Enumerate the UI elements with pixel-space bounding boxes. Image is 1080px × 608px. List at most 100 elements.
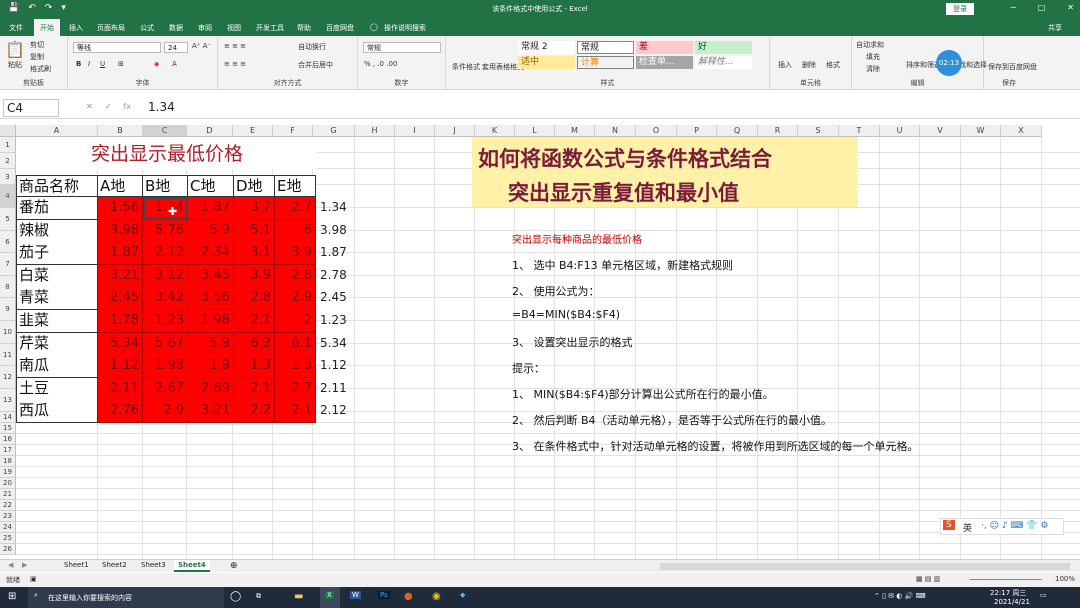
ime-lang[interactable]: 英: [963, 521, 972, 534]
price-cell[interactable]: 3.45: [188, 264, 234, 288]
price-cell[interactable]: 2.1: [234, 377, 275, 401]
photoshop-icon[interactable]: Ps: [378, 591, 390, 599]
view-normal-icon[interactable]: ▦ ▤ ▥: [916, 575, 940, 583]
font-name-select[interactable]: 等线: [73, 42, 161, 53]
row-header[interactable]: 15: [0, 423, 16, 434]
table-header-cell[interactable]: 商品名称: [16, 175, 98, 197]
cortana-icon[interactable]: ◯: [230, 591, 241, 602]
column-header[interactable]: W: [961, 125, 1001, 137]
column-header[interactable]: R: [758, 125, 798, 137]
notifications-icon[interactable]: ▭: [1040, 591, 1047, 599]
row-min-cell[interactable]: 1.87: [320, 242, 360, 265]
column-header[interactable]: J: [435, 125, 475, 137]
italic-icon[interactable]: I: [88, 60, 90, 68]
insert-cells-button[interactable]: 插入: [778, 60, 792, 70]
font-grow-icon[interactable]: A⁺ A⁻: [192, 42, 211, 50]
column-header[interactable]: L: [515, 125, 555, 137]
row-header[interactable]: 22: [0, 500, 16, 511]
bold-icon[interactable]: B: [76, 60, 81, 68]
price-cell[interactable]: 2.45: [98, 287, 143, 311]
sogou-icon[interactable]: S: [943, 520, 955, 530]
column-header[interactable]: O: [636, 125, 677, 137]
save-baidu-button[interactable]: 保存到百度网盘: [988, 62, 1037, 72]
price-cell[interactable]: 1.9: [188, 355, 234, 379]
price-cell[interactable]: 2.8: [275, 264, 316, 288]
row-header[interactable]: 5: [0, 208, 16, 231]
tab-file[interactable]: 文件: [9, 23, 23, 33]
column-header[interactable]: N: [595, 125, 636, 137]
add-sheet-icon[interactable]: ⊕: [230, 561, 238, 571]
sheet-tab-4[interactable]: Sheet4: [174, 560, 210, 572]
paste-icon[interactable]: 📋: [5, 40, 25, 59]
cancel-icon[interactable]: ✕: [86, 102, 93, 111]
tab-page-layout[interactable]: 页面布局: [97, 23, 125, 33]
zoom-level[interactable]: 100%: [1055, 575, 1075, 583]
style-calculation[interactable]: 计算: [577, 56, 634, 69]
prev-sheet-icon[interactable]: ◀: [8, 561, 13, 569]
style-normal-2[interactable]: 常规 2: [518, 41, 575, 54]
row-min-cell[interactable]: 2.11: [320, 378, 360, 401]
sheet-tab-3[interactable]: Sheet3: [141, 561, 166, 569]
price-cell[interactable]: 3.21: [98, 264, 143, 288]
price-cell[interactable]: 2.1: [234, 310, 275, 333]
style-explanatory[interactable]: 解释性...: [695, 56, 752, 69]
price-cell[interactable]: 5.34: [98, 332, 143, 356]
tab-insert[interactable]: 插入: [69, 23, 83, 33]
row-min-cell[interactable]: 1.34: [320, 197, 360, 220]
item-name-cell[interactable]: 番茄: [16, 197, 98, 220]
row-header[interactable]: 24: [0, 522, 16, 533]
price-cell[interactable]: 2: [275, 310, 316, 333]
column-header[interactable]: H: [355, 125, 395, 137]
row-header[interactable]: 13: [0, 389, 16, 412]
column-header[interactable]: B: [98, 125, 143, 137]
price-cell[interactable]: 1.12: [98, 355, 143, 379]
column-header[interactable]: F: [273, 125, 313, 137]
price-cell[interactable]: 2.11: [98, 377, 143, 401]
zoom-slider[interactable]: [970, 579, 1042, 580]
style-bad[interactable]: 差: [636, 41, 693, 54]
price-cell[interactable]: 2.12: [143, 242, 188, 266]
row-header[interactable]: 19: [0, 467, 16, 478]
item-name-cell[interactable]: 芹菜: [16, 332, 98, 356]
tab-formulas[interactable]: 公式: [140, 23, 154, 33]
row-header[interactable]: 14: [0, 412, 16, 423]
price-cell[interactable]: 2.2: [234, 400, 275, 424]
price-cell[interactable]: 1.56: [98, 197, 143, 220]
price-cell[interactable]: 3.42: [143, 287, 188, 311]
clock-time[interactable]: 22:17 周三: [990, 588, 1026, 598]
column-header[interactable]: E: [233, 125, 273, 137]
row-header[interactable]: 2: [0, 153, 16, 169]
tab-review[interactable]: 审阅: [198, 23, 212, 33]
select-all-corner[interactable]: [0, 125, 16, 137]
tab-developer[interactable]: 开发工具: [256, 23, 284, 33]
ime-tools-icon[interactable]: ·, ☺ ♪ ⌨ 👕 ⚙: [981, 521, 1048, 531]
merge-center-button[interactable]: 合并后居中: [298, 60, 333, 70]
clock-date[interactable]: 2021/4/21: [994, 598, 1030, 606]
row-header[interactable]: 3: [0, 169, 16, 185]
row-header[interactable]: 16: [0, 434, 16, 445]
tab-view[interactable]: 视图: [227, 23, 241, 33]
formula-input[interactable]: 1.34: [148, 100, 175, 114]
row-header[interactable]: 26: [0, 544, 16, 555]
horizontal-scrollbar[interactable]: [660, 563, 1070, 570]
chrome-icon[interactable]: ◉: [432, 591, 441, 602]
price-cell[interactable]: 6.1: [275, 332, 316, 356]
row-header[interactable]: 20: [0, 478, 16, 489]
price-cell[interactable]: 2.1: [275, 400, 316, 424]
row-header[interactable]: 8: [0, 276, 16, 298]
fill-color-icon[interactable]: ◈: [154, 60, 159, 68]
price-cell[interactable]: 2.34: [188, 242, 234, 266]
row-header[interactable]: 25: [0, 533, 16, 544]
fill-button[interactable]: 填充: [866, 52, 880, 62]
conditional-format-button[interactable]: 条件格式: [452, 62, 480, 72]
price-cell[interactable]: 1.3: [234, 355, 275, 379]
price-cell[interactable]: 3.9: [234, 264, 275, 288]
price-cell[interactable]: 3.7: [234, 197, 275, 220]
price-cell[interactable]: 1.87: [98, 242, 143, 266]
file-explorer-icon[interactable]: ▬: [294, 591, 303, 602]
price-cell[interactable]: 3.9: [275, 242, 316, 266]
item-name-cell[interactable]: 白菜: [16, 264, 98, 288]
row-header[interactable]: 4: [0, 185, 16, 208]
column-header[interactable]: U: [880, 125, 920, 137]
price-cell[interactable]: 1.23: [143, 310, 188, 333]
